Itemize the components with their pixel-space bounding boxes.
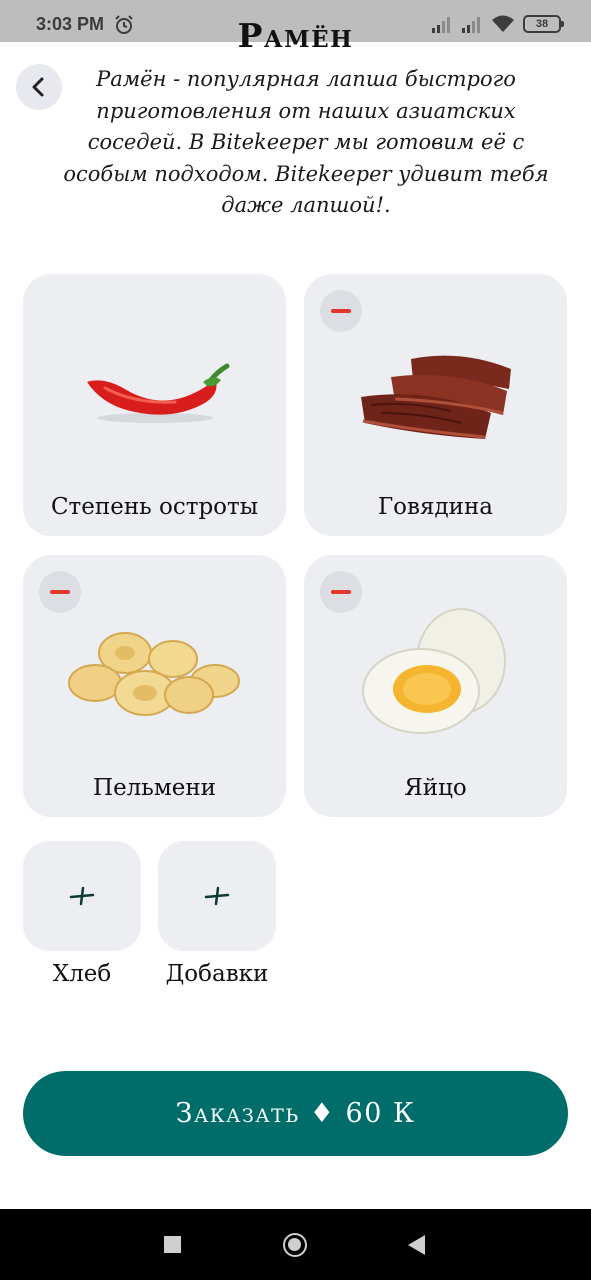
ingredient-label: Степень остроты	[50, 494, 259, 520]
egg-icon	[361, 608, 506, 734]
chili-pepper-icon	[86, 363, 229, 423]
dish-description: Рамён - популярная лапша быстрого пригот…	[63, 67, 549, 217]
minus-icon	[331, 309, 351, 313]
ingredient-label: Яйцо	[404, 775, 467, 801]
add-extras-button[interactable]	[158, 841, 276, 951]
chevron-left-icon	[32, 77, 44, 97]
back-icon[interactable]	[408, 1235, 425, 1255]
ingredient-label: Пельмени	[93, 775, 216, 801]
minus-icon	[50, 590, 70, 594]
order-button[interactable]: Заказать ♦ 60 К	[23, 1071, 568, 1156]
ingredient-card-beef[interactable]: Говядина	[304, 274, 567, 536]
ingredient-card-egg[interactable]: Яйцо	[304, 555, 567, 817]
extra-label-bread: Хлеб	[52, 961, 112, 987]
minus-icon	[331, 590, 351, 594]
page-title: Рамён	[237, 16, 354, 55]
extra-label-addons: Добавки	[165, 961, 269, 987]
dumplings-icon	[67, 632, 240, 716]
order-button-label: Заказать ♦ 60 К	[175, 1098, 416, 1129]
home-icon[interactable]	[283, 1233, 307, 1257]
beef-icon	[360, 355, 511, 439]
ingredient-card-dumplings[interactable]: Пельмени	[23, 555, 286, 817]
recents-icon[interactable]	[164, 1236, 181, 1253]
plus-icon	[69, 886, 95, 906]
ingredient-card-spiciness[interactable]: Степень остроты	[23, 274, 286, 536]
plus-icon	[204, 886, 230, 906]
navigation-bar	[0, 1209, 591, 1280]
add-bread-button[interactable]	[23, 841, 141, 951]
ingredient-label: Говядина	[377, 494, 494, 520]
